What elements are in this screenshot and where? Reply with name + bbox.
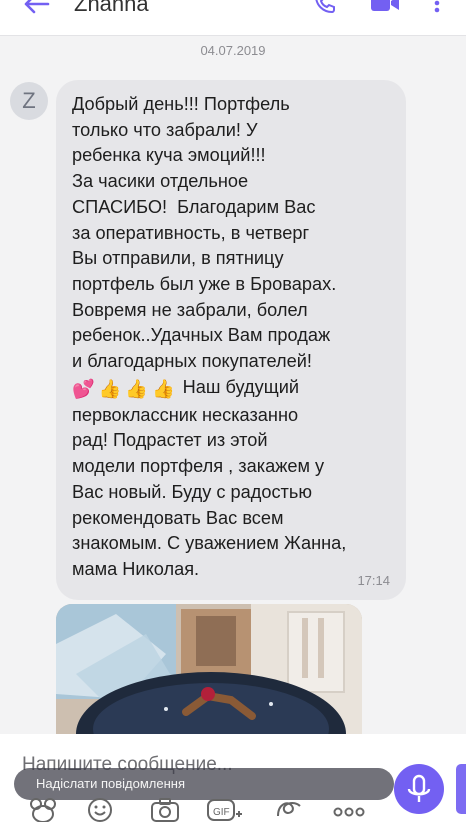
thumbs-up-emoji-icon: 👍: [151, 379, 175, 400]
microphone-icon: [407, 774, 431, 802]
camera-icon[interactable]: [150, 796, 180, 822]
call-icon[interactable]: [314, 0, 336, 14]
message-text: Добрый день!!! Портфель только что забра…: [72, 92, 398, 583]
gif-icon[interactable]: GIF: [206, 796, 242, 822]
back-arrow-icon[interactable]: [22, 0, 50, 14]
contact-name[interactable]: Zhanna: [74, 0, 149, 16]
more-vert-icon[interactable]: [432, 0, 442, 14]
more-options-icon[interactable]: [332, 796, 366, 822]
message-bubble[interactable]: Добрый день!!! Портфель только что забра…: [56, 80, 406, 600]
thumbs-up-emoji-icon: 👍: [125, 379, 148, 400]
doodle-icon[interactable]: [274, 796, 304, 822]
thumbs-up-emoji-icon: 👍: [98, 379, 122, 400]
message-text-part2: Наш будущий первоклассник несказанно рад…: [72, 376, 347, 579]
message-text-part1: Добрый день!!! Портфель только что забра…: [72, 94, 337, 372]
voice-message-button[interactable]: [394, 764, 444, 814]
svg-text:GIF: GIF: [213, 807, 230, 818]
chat-header: Zhanna: [0, 0, 466, 36]
photo-attachment[interactable]: [56, 604, 362, 734]
video-call-icon[interactable]: [370, 0, 400, 14]
two-hearts-emoji-icon: 💕: [72, 379, 95, 400]
side-panel-handle[interactable]: [456, 764, 466, 814]
translate-hint-label: Надіслати повідомлення: [36, 776, 185, 791]
avatar[interactable]: Z: [10, 82, 48, 120]
date-separator: 04.07.2019: [200, 43, 266, 58]
message-composer: Надіслати повідомлення GIF: [0, 734, 466, 828]
message-time: 17:14: [357, 573, 390, 588]
emoji-icon[interactable]: [86, 796, 114, 822]
emoji-row: 💕 👍 👍 👍: [72, 377, 179, 403]
image-icon: [56, 604, 362, 734]
sticker-icon[interactable]: [28, 796, 58, 823]
